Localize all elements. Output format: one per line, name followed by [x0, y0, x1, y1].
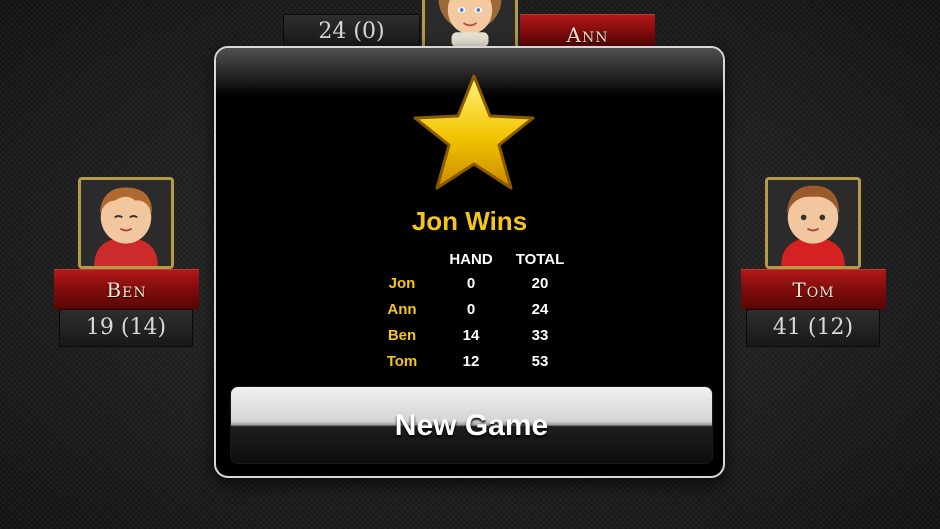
header-name — [366, 248, 438, 270]
score-table-header: HAND TOTAL — [366, 248, 576, 270]
player-score-ben: 19 (14) — [59, 309, 193, 347]
avatar-ben[interactable] — [78, 177, 174, 269]
player-score-tom: 41 (12) — [746, 309, 880, 347]
player-name-ben: Ben — [54, 269, 199, 309]
table-row: Tom 12 53 — [366, 348, 576, 374]
row-total-score: 33 — [531, 326, 549, 344]
winner-announcement: Jon Wins — [411, 206, 528, 236]
header-total: TOTAL — [515, 250, 565, 268]
star-icon — [413, 74, 535, 190]
row-hand-score: 0 — [466, 300, 476, 318]
row-player-name: Ben — [387, 326, 417, 344]
row-player-name: Ann — [387, 300, 417, 318]
row-hand-score: 0 — [466, 274, 476, 292]
male-avatar-icon — [768, 180, 858, 266]
player-name-tom: Tom — [741, 269, 886, 309]
row-hand-score: 12 — [462, 352, 480, 370]
female-avatar-icon — [425, 0, 515, 47]
row-player-name: Tom — [386, 352, 418, 370]
row-player-name: Jon — [388, 274, 416, 292]
table-row: Ben 14 33 — [366, 322, 576, 348]
row-hand-score: 14 — [462, 326, 480, 344]
round-result-dialog: Jon Wins HAND TOTAL Jon 0 20 Ann 0 24 Be… — [214, 46, 725, 478]
new-game-button[interactable]: New Game — [230, 386, 713, 464]
avatar-ann[interactable] — [422, 0, 518, 50]
row-total-score: 24 — [531, 300, 549, 318]
table-row: Ann 0 24 — [366, 296, 576, 322]
header-hand: HAND — [449, 250, 493, 268]
score-table: HAND TOTAL Jon 0 20 Ann 0 24 Ben 14 33 T… — [366, 248, 576, 374]
avatar-tom[interactable] — [765, 177, 861, 269]
table-row: Jon 0 20 — [366, 270, 576, 296]
player-score-ann: 24 (0) — [283, 14, 420, 48]
male-avatar-icon — [81, 180, 171, 266]
player-name-ann: Ann — [520, 14, 655, 48]
row-total-score: 53 — [531, 352, 549, 370]
row-total-score: 20 — [531, 274, 549, 292]
